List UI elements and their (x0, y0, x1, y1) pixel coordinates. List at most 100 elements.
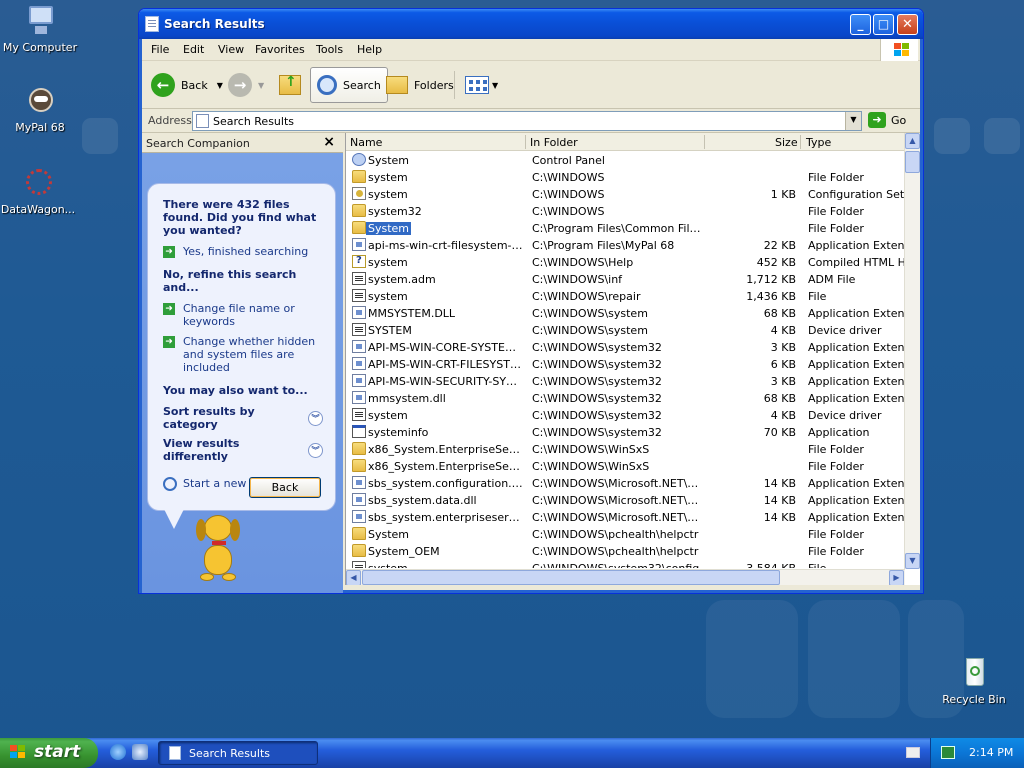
file-folder: C:\WINDOWS\system32 (532, 375, 662, 388)
table-row[interactable]: system C:\WINDOWS 1 KB Configuration Settin… (346, 186, 905, 203)
scroll-up-icon[interactable]: ▲ (905, 133, 920, 149)
table-row[interactable]: System C:\Program Files\Common Files File … (346, 220, 905, 237)
table-row[interactable]: system.adm C:\WINDOWS\inf 1,712 KB ADM File (346, 271, 905, 288)
table-row[interactable]: API-MS-WIN-SECURITY-SYST... C:\WINDOWS\sy… (346, 373, 905, 390)
table-row[interactable]: x86_System.EnterpriseServic... C:\WINDOWS… (346, 458, 905, 475)
search-results-window[interactable]: Search Results _ □ ✕ File Edit View Favo… (138, 8, 924, 594)
table-row[interactable]: systeminfo C:\WINDOWS\system32 70 KB Applic… (346, 424, 905, 441)
table-row[interactable]: sbs_system.enterpriseservice... C:\WINDOW… (346, 509, 905, 526)
table-row[interactable]: sbs_system.data.dll C:\WINDOWS\Microsoft.… (346, 492, 905, 509)
finished-searching-link[interactable]: ➜ Yes, finished searching (163, 245, 323, 258)
close-pane-icon[interactable]: × (323, 134, 335, 150)
column-size[interactable]: Size (775, 136, 798, 149)
file-name: system32 (368, 205, 422, 218)
chevron-down-icon[interactable]: ︾ (308, 442, 323, 458)
change-name-link[interactable]: ➜ Change file name or keywords (163, 302, 323, 328)
desktop-decoration (82, 118, 118, 154)
address-dropdown-icon[interactable]: ▼ (845, 112, 861, 130)
keyboard-icon[interactable] (906, 747, 920, 758)
chevron-down-icon[interactable]: ︾ (308, 410, 323, 426)
view-results-section[interactable]: View results differently ︾ (163, 437, 323, 463)
file-name: API-MS-WIN-SECURITY-SYST... (368, 375, 524, 388)
file-name: sbs_system.enterpriseservice... (368, 511, 524, 524)
menu-help[interactable]: Help (357, 43, 382, 56)
scroll-down-icon[interactable]: ▼ (905, 553, 920, 569)
file-rows: System Control Panel system C:\WINDOWS File … (346, 152, 905, 568)
horizontal-scrollbar[interactable]: ◀ ▶ (346, 569, 905, 585)
folders-button[interactable]: Folders (386, 67, 454, 103)
dll-icon (352, 306, 366, 319)
table-row[interactable]: system C:\WINDOWS\system32 4 KB Device driv… (346, 407, 905, 424)
table-row[interactable]: MMSYSTEM.DLL C:\WINDOWS\system 68 KB Applic… (346, 305, 905, 322)
arrow-right-icon: ➜ (163, 336, 175, 348)
search-button[interactable]: Search (310, 67, 388, 103)
forward-button[interactable]: → ▼ (228, 67, 264, 103)
table-row[interactable]: mmsystem.dll C:\WINDOWS\system32 68 KB Appl… (346, 390, 905, 407)
menu-view[interactable]: View (218, 43, 244, 56)
change-hidden-link[interactable]: ➜ Change whether hidden and system files… (163, 335, 323, 374)
maximize-button[interactable]: □ (873, 14, 894, 35)
show-desktop-icon[interactable] (132, 744, 148, 760)
refine-heading: No, refine this search and... (163, 268, 297, 294)
desktop-icon-datawagon[interactable]: DataWagon... (0, 166, 78, 216)
title-bar[interactable]: Search Results _ □ ✕ (139, 9, 923, 39)
table-row[interactable]: System Control Panel (346, 152, 905, 169)
table-row[interactable]: sbs_system.configuration.inst... C:\WINDO… (346, 475, 905, 492)
views-button[interactable]: ▼ (465, 67, 498, 103)
start-button[interactable]: start (0, 738, 98, 768)
views-dropdown-icon[interactable]: ▼ (492, 81, 498, 90)
file-folder: C:\WINDOWS (532, 171, 605, 184)
desktop-icon-my-computer[interactable]: My Computer (0, 4, 80, 54)
table-row[interactable]: API-MS-WIN-CRT-FILESYSTE... C:\WINDOWS\sy… (346, 356, 905, 373)
vertical-scroll-thumb[interactable] (905, 151, 920, 173)
table-row[interactable]: system C:\WINDOWS File Folder (346, 169, 905, 186)
file-name: x86_System.EnterpriseServic... (368, 443, 524, 456)
sort-results-section[interactable]: Sort results by category ︾ (163, 405, 323, 431)
back-button[interactable]: ← Back ▼ (151, 67, 223, 103)
column-type[interactable]: Type (806, 136, 831, 149)
address-input[interactable]: Search Results ▼ (192, 111, 862, 131)
desktop-icon-mypal[interactable]: MyPal 68 (0, 84, 80, 134)
table-row[interactable]: API-MS-WIN-CORE-SYSTEMT... C:\WINDOWS\sys… (346, 339, 905, 356)
table-row[interactable]: System_OEM C:\WINDOWS\pchealth\helpctr Fil… (346, 543, 905, 560)
horizontal-scroll-thumb[interactable] (362, 570, 780, 585)
scroll-right-icon[interactable]: ▶ (889, 570, 904, 585)
desktop-icon-recycle-bin[interactable]: Recycle Bin (934, 656, 1014, 706)
table-row[interactable]: SYSTEM C:\WINDOWS\system 4 KB Device driver (346, 322, 905, 339)
file-type: Compiled HTML Help (808, 256, 905, 269)
menu-favorites[interactable]: Favorites (255, 43, 305, 56)
network-icon[interactable] (941, 746, 955, 759)
table-row[interactable]: system C:\WINDOWS\Help 452 KB Compiled HTML… (346, 254, 905, 271)
close-button[interactable]: ✕ (897, 14, 918, 35)
clock[interactable]: 2:14 PM (969, 746, 1013, 759)
windows-logo-icon (880, 39, 918, 61)
table-row[interactable]: system C:\WINDOWS\repair 1,436 KB File (346, 288, 905, 305)
table-row[interactable]: System C:\WINDOWS\pchealth\helpctr File Fo… (346, 526, 905, 543)
table-row[interactable]: api-ms-win-crt-filesystem-l1-1... C:\Prog… (346, 237, 905, 254)
address-label: Address (148, 114, 192, 127)
column-header-row: Name In Folder Size Type (346, 133, 905, 151)
back-arrow-icon: ← (151, 73, 175, 97)
companion-back-button[interactable]: Back (249, 477, 321, 498)
file-size: 452 KB (756, 256, 796, 269)
vertical-scrollbar[interactable]: ▲ ▼ (904, 133, 920, 569)
results-list[interactable]: Name In Folder Size Type System Control P… (345, 133, 920, 585)
taskbar-button-search-results[interactable]: Search Results (158, 741, 318, 765)
file-folder: C:\Program Files\MyPal 68 (532, 239, 675, 252)
menu-tools[interactable]: Tools (316, 43, 343, 56)
menu-edit[interactable]: Edit (183, 43, 204, 56)
go-button[interactable]: ➜ Go (868, 112, 906, 128)
table-row[interactable]: system C:\WINDOWS\system32\config 3,584 KB… (346, 560, 905, 568)
scroll-left-icon[interactable]: ◀ (346, 570, 361, 585)
search-dog-icon[interactable] (190, 513, 246, 587)
search-balloon: There were 432 files found. Did you find… (147, 183, 336, 511)
internet-explorer-icon[interactable] (110, 744, 126, 760)
table-row[interactable]: x86_System.EnterpriseServic... C:\WINDOWS… (346, 441, 905, 458)
up-folder-button[interactable]: ↑ (279, 67, 301, 103)
column-name[interactable]: Name (350, 136, 382, 149)
back-dropdown-icon[interactable]: ▼ (217, 81, 223, 90)
column-in-folder[interactable]: In Folder (530, 136, 578, 149)
table-row[interactable]: system32 C:\WINDOWS File Folder (346, 203, 905, 220)
menu-file[interactable]: File (151, 43, 169, 56)
minimize-button[interactable]: _ (850, 14, 871, 35)
